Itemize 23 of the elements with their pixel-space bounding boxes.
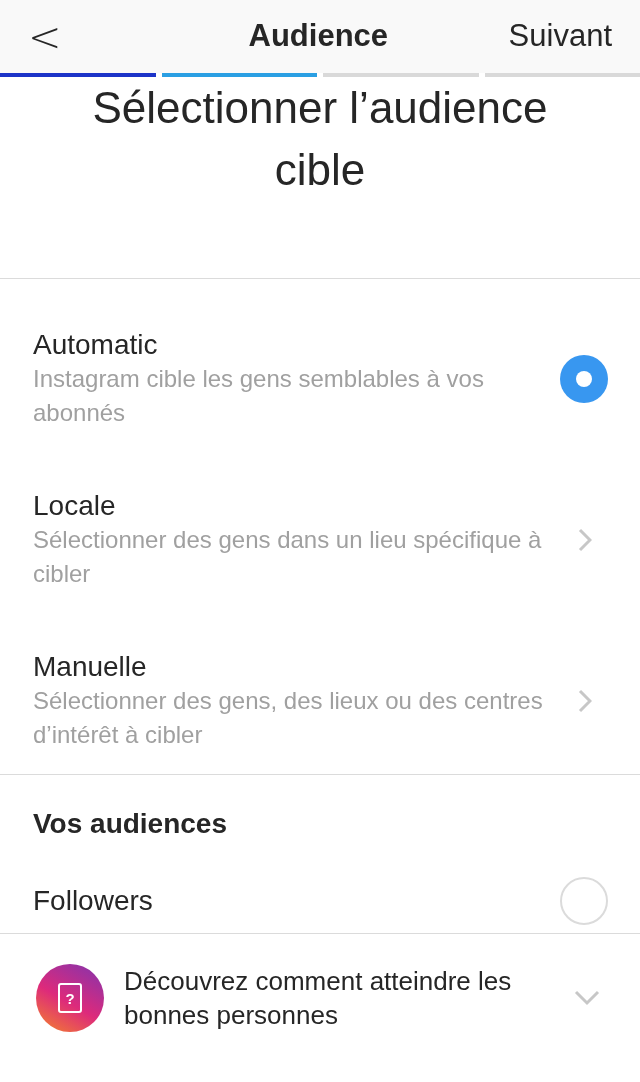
chevron-right-icon bbox=[578, 688, 592, 713]
radio-button[interactable] bbox=[560, 877, 608, 925]
audience-option[interactable]: Manuelle Sélectionner des gens, des lieux ou des centres d’intérêt à cibler bbox=[0, 627, 640, 788]
audience-option[interactable]: Automatic Instagram cible les gens semblables à vos abonnés bbox=[0, 305, 640, 466]
section-title: Vos audiences bbox=[32, 807, 228, 841]
option-title: Manuelle bbox=[33, 649, 148, 684]
guide-banner[interactable]: ? Découvrez comment atteindre les bonnes personnes bbox=[0, 934, 640, 1062]
guide-text: Découvrez comment atteindre les bonnes personnes bbox=[123, 965, 513, 1032]
book-icon: ? bbox=[36, 964, 104, 1032]
option-description: Sélectionner des gens, des lieux ou des centres d’intérêt à cibler bbox=[33, 685, 544, 750]
option-title: Automatic bbox=[33, 327, 159, 362]
option-title: Locale bbox=[33, 488, 117, 523]
audience-name: Followers bbox=[33, 884, 154, 918]
audience-option[interactable]: Locale Sélectionner des gens dans un lieu spécifique à cibler bbox=[0, 466, 640, 627]
radio-button[interactable] bbox=[560, 354, 608, 403]
chevron-right-icon bbox=[578, 527, 592, 552]
option-description: Sélectionner des gens dans un lieu spécifique à cibler bbox=[33, 524, 543, 589]
next-button[interactable]: Suivant bbox=[508, 13, 612, 60]
page-heading: Sélectionner l’audience cible bbox=[91, 82, 549, 196]
screen-title: Audience bbox=[247, 17, 390, 56]
option-description: Instagram cible les gens semblables à vos abonnés bbox=[33, 363, 485, 428]
audience-item[interactable]: Followers bbox=[0, 871, 640, 931]
back-button[interactable]: < bbox=[28, 6, 88, 67]
